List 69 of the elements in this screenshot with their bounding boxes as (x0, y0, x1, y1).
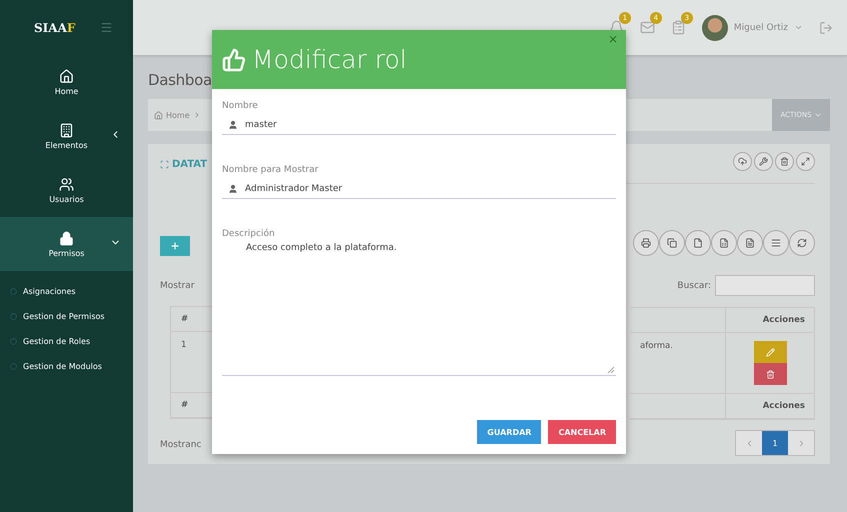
plus-icon (170, 241, 180, 251)
lock-icon (59, 230, 74, 246)
submenu-label: Gestion de Permisos (23, 312, 105, 321)
page-title: Dashboa (148, 70, 212, 91)
edit-button[interactable] (754, 341, 787, 363)
trash-icon[interactable] (775, 152, 794, 171)
expand-icon (160, 160, 169, 169)
user-icon (228, 184, 238, 194)
sidebar-item[interactable]: Home (0, 55, 133, 109)
submenu-item[interactable]: Gestion de Permisos (0, 304, 133, 329)
bullet-icon (10, 313, 17, 320)
logout-icon[interactable] (819, 20, 833, 34)
sidebar-item[interactable]: Permisos (0, 217, 133, 271)
modal-title: Modificar rol (252, 45, 407, 74)
document-icon[interactable] (737, 230, 763, 256)
field-label: Nombre para Mostrar (222, 165, 320, 175)
input-field[interactable]: Administrador Master (222, 179, 616, 199)
add-button[interactable] (160, 236, 190, 256)
bullet-icon (10, 363, 17, 370)
bullet-icon (10, 288, 17, 295)
column-header: Acciones (725, 394, 815, 419)
refresh-icon[interactable] (789, 230, 815, 256)
caret-icon[interactable] (794, 23, 803, 32)
mail-icon[interactable] (640, 20, 655, 35)
sidebar-item[interactable]: Usuarios (0, 163, 133, 217)
submenu-label: Gestion de Roles (23, 337, 90, 346)
field-label: Descripción (222, 229, 276, 239)
submenu-item[interactable]: Gestion de Modulos (0, 354, 133, 379)
avatar[interactable] (702, 14, 728, 40)
logo: SIAAF (34, 20, 76, 34)
resize-grip-icon[interactable] (607, 366, 614, 373)
search-field[interactable] (715, 275, 815, 296)
description-field[interactable]: Acceso completo a la plataforma. (222, 241, 616, 376)
sidebar-item[interactable]: Elementos (0, 109, 133, 163)
table-info: Mostranc (160, 440, 202, 450)
page-button[interactable]: 1 (762, 431, 788, 455)
print-icon[interactable] (633, 230, 659, 256)
home-icon (59, 68, 74, 84)
pencil-icon (766, 348, 775, 356)
submenu-label: Gestion de Modulos (23, 362, 102, 371)
submenu-item[interactable]: Asignaciones (0, 279, 133, 304)
user-icon (228, 120, 238, 130)
panel-title: DATAT (172, 159, 208, 170)
trash-icon (766, 370, 775, 378)
file-icon[interactable] (685, 230, 711, 256)
home-icon (154, 110, 163, 120)
delete-button[interactable] (754, 363, 787, 385)
submenu-label: Asignaciones (23, 287, 76, 296)
bullet-icon (10, 338, 17, 345)
input-field[interactable]: master (222, 115, 616, 135)
cancel-button[interactable]: CANCELAR (548, 420, 616, 444)
field-label: Nombre (222, 101, 259, 111)
users-icon (59, 176, 74, 192)
table-cell: aforma. (630, 333, 725, 394)
show-label: Mostrar (160, 281, 194, 291)
wrench-icon[interactable] (754, 152, 773, 171)
expand-icon[interactable] (796, 152, 815, 171)
caret-icon (814, 111, 822, 119)
cloud-upload-icon[interactable] (733, 152, 752, 171)
submenu-item[interactable]: Gestion de Roles (0, 329, 133, 354)
copy-icon[interactable] (659, 230, 685, 256)
lines-icon[interactable] (763, 230, 789, 256)
column-header: Acciones (725, 308, 815, 333)
menu-icon[interactable] (100, 21, 113, 34)
search-label: Buscar: (677, 280, 711, 290)
thumbs-up-icon (222, 48, 246, 72)
building-icon (59, 122, 74, 138)
spreadsheet-icon[interactable] (711, 230, 737, 256)
list-icon[interactable] (670, 20, 686, 35)
